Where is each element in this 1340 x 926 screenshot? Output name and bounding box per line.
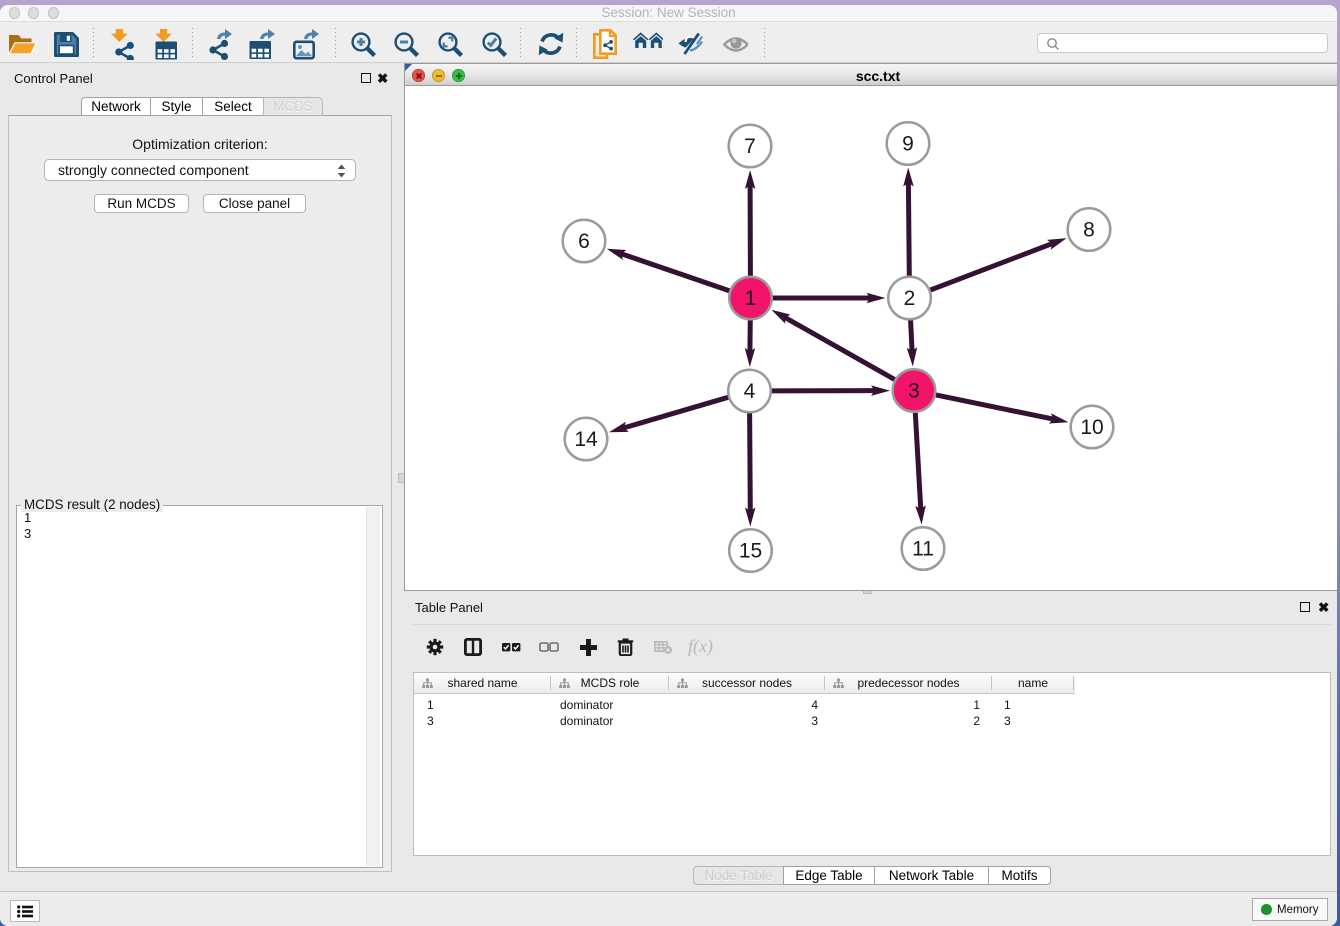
svg-text:4: 4	[743, 380, 755, 403]
svg-text:11: 11	[912, 538, 934, 561]
svg-text:8: 8	[1083, 219, 1095, 242]
svg-text:14: 14	[574, 428, 598, 451]
svg-text:3: 3	[908, 380, 920, 403]
svg-text:1: 1	[744, 287, 756, 310]
svg-text:10: 10	[1080, 416, 1103, 439]
svg-text:15: 15	[738, 540, 761, 563]
svg-text:9: 9	[902, 133, 914, 156]
svg-text:2: 2	[903, 287, 915, 310]
svg-text:7: 7	[744, 135, 756, 158]
svg-text:6: 6	[578, 230, 590, 253]
